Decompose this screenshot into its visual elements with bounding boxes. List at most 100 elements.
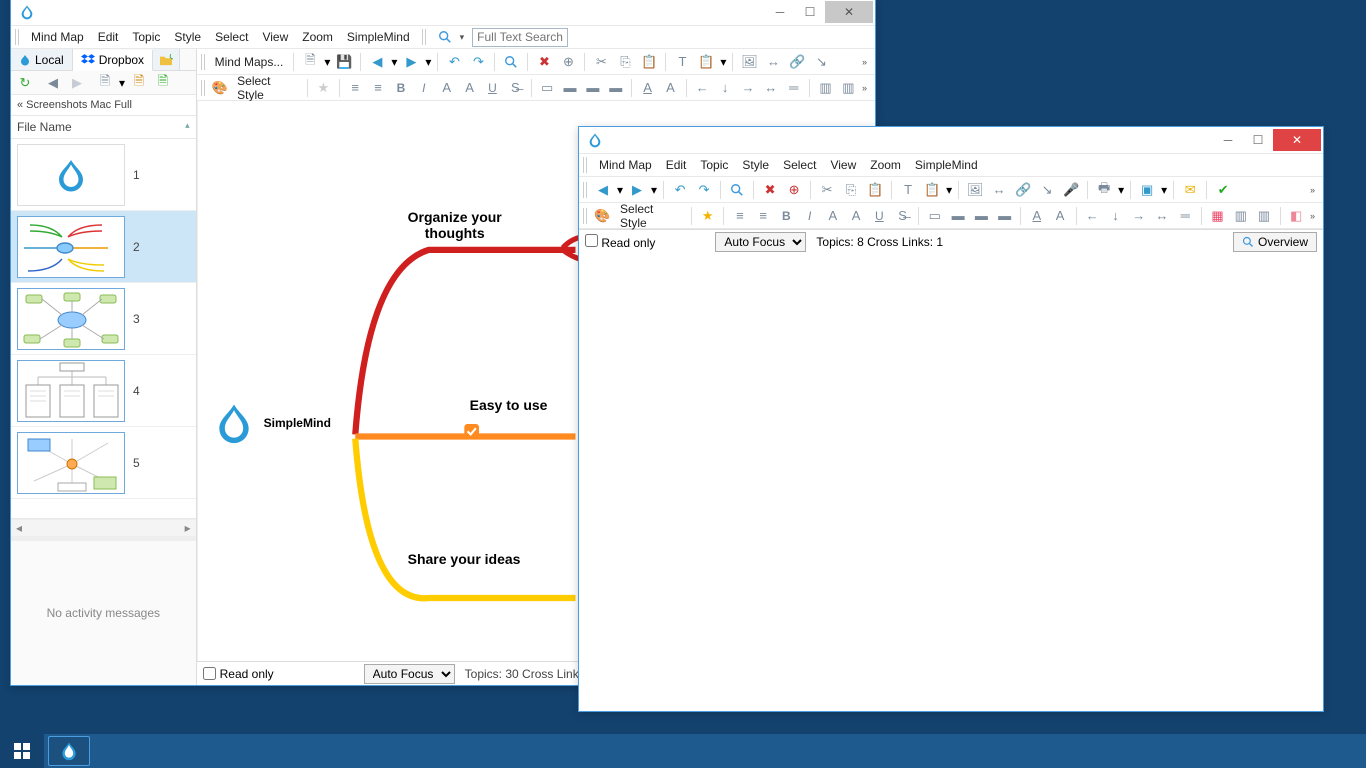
- cut-icon[interactable]: ✂: [591, 52, 611, 72]
- text-icon[interactable]: T: [672, 52, 692, 72]
- minimize-button[interactable]: ─: [765, 1, 795, 23]
- present-icon[interactable]: ▣: [1137, 180, 1157, 200]
- focus-select[interactable]: Auto Focus: [364, 664, 455, 684]
- toolbar-grip[interactable]: [201, 80, 207, 96]
- arrow-right-icon[interactable]: →: [739, 78, 758, 98]
- align-left-icon[interactable]: ≡: [730, 206, 749, 226]
- titlebar[interactable]: ─ ☐ ✕: [579, 127, 1323, 153]
- menu-style[interactable]: Style: [168, 28, 207, 46]
- toolbar-grip[interactable]: [201, 54, 207, 70]
- zoom-icon[interactable]: [501, 52, 521, 72]
- node-organize[interactable]: Organize your thoughts: [408, 209, 502, 241]
- list-header[interactable]: File Name▴: [11, 116, 196, 139]
- list-item[interactable]: 3: [11, 283, 196, 355]
- relation-icon[interactable]: ↔: [763, 52, 783, 72]
- toolbar-overflow[interactable]: »: [862, 83, 871, 93]
- text-copy-icon[interactable]: T: [898, 180, 918, 200]
- menu-edit[interactable]: Edit: [92, 28, 125, 46]
- crosslink-icon[interactable]: ↘: [811, 52, 831, 72]
- col2-icon[interactable]: ▥: [839, 78, 858, 98]
- undo-icon[interactable]: ↶: [444, 52, 464, 72]
- relation-icon[interactable]: ↔: [989, 180, 1009, 200]
- menu-view[interactable]: View: [256, 28, 294, 46]
- search-icon[interactable]: [436, 28, 454, 46]
- delete-icon[interactable]: ✖: [534, 52, 554, 72]
- paste-icon[interactable]: 📋: [865, 180, 885, 200]
- maximize-button[interactable]: ☐: [795, 1, 825, 23]
- menu-style[interactable]: Style: [736, 156, 775, 174]
- menu-simplemind[interactable]: SimpleMind: [341, 28, 416, 46]
- line-style-icon[interactable]: ═: [784, 78, 803, 98]
- toolbar-grip[interactable]: [583, 182, 589, 198]
- font-inc-icon[interactable]: A: [846, 206, 865, 226]
- clipboard-dropdown[interactable]: ▾: [720, 55, 726, 69]
- font-dec-icon[interactable]: A: [823, 206, 842, 226]
- close-button[interactable]: ✕: [1273, 129, 1321, 151]
- breadcrumb[interactable]: « Screenshots Mac Full: [11, 95, 196, 116]
- new-icon[interactable]: 🗎: [300, 52, 320, 72]
- bold-icon[interactable]: B: [391, 78, 410, 98]
- overview-button[interactable]: Overview: [1233, 232, 1317, 252]
- align-left-icon[interactable]: ≡: [346, 78, 365, 98]
- node-add-icon[interactable]: ⊕: [558, 52, 578, 72]
- toolbar-grip[interactable]: [15, 29, 21, 45]
- focus-select[interactable]: Auto Focus: [715, 232, 806, 252]
- menu-select[interactable]: Select: [209, 28, 254, 46]
- arrow-both-icon[interactable]: ↔: [761, 78, 780, 98]
- link-icon[interactable]: 🔗: [1013, 180, 1033, 200]
- col1-icon[interactable]: ▥: [816, 78, 835, 98]
- border-icon[interactable]: ▭: [925, 206, 944, 226]
- italic-icon[interactable]: I: [414, 78, 433, 98]
- nav-prev-icon[interactable]: ◀: [593, 180, 613, 200]
- fontcolor-icon[interactable]: A: [638, 78, 657, 98]
- bold-icon[interactable]: B: [777, 206, 796, 226]
- delete-icon[interactable]: ✖: [760, 180, 780, 200]
- node-add-icon[interactable]: ⊕: [784, 180, 804, 200]
- readonly-checkbox[interactable]: Read only: [203, 667, 274, 681]
- menu-topic[interactable]: Topic: [126, 28, 166, 46]
- underline-icon[interactable]: U: [483, 78, 502, 98]
- select-style-button[interactable]: Select Style: [233, 74, 301, 102]
- font-dec-icon[interactable]: A: [437, 78, 456, 98]
- palette-icon[interactable]: 🎨: [593, 206, 612, 226]
- shadow-icon[interactable]: ▬: [972, 206, 991, 226]
- list-item[interactable]: 1: [11, 139, 196, 211]
- mindmaps-button[interactable]: Mind Maps...: [211, 55, 288, 69]
- node-share[interactable]: Share your ideas: [408, 551, 521, 567]
- list-item[interactable]: 4: [11, 355, 196, 427]
- minimize-button[interactable]: ─: [1213, 129, 1243, 151]
- paste-icon[interactable]: 📋: [639, 52, 659, 72]
- sort-icon[interactable]: ▴: [185, 120, 190, 134]
- tab-add[interactable]: ↺: [153, 49, 180, 70]
- toolbar-grip[interactable]: [583, 157, 589, 173]
- crosslink-icon[interactable]: ↘: [1037, 180, 1057, 200]
- search-dropdown[interactable]: ▾: [460, 32, 465, 43]
- refresh-icon[interactable]: ↻: [15, 73, 35, 93]
- import-doc-icon[interactable]: 🗎: [129, 73, 149, 93]
- line-icon[interactable]: ▬: [995, 206, 1014, 226]
- favorite-icon[interactable]: ★: [314, 78, 333, 98]
- toolbar-overflow[interactable]: »: [862, 57, 871, 67]
- nav-prev-dropdown[interactable]: ▾: [391, 55, 397, 69]
- image-icon[interactable]: 🖼: [739, 52, 759, 72]
- present-dropdown[interactable]: ▾: [1161, 183, 1167, 197]
- taskbar-app-icon[interactable]: [48, 736, 90, 766]
- cut-icon[interactable]: ✂: [817, 180, 837, 200]
- save-icon[interactable]: 💾: [334, 52, 354, 72]
- line-icon[interactable]: ▬: [606, 78, 625, 98]
- nav-prev-dropdown[interactable]: ▾: [617, 183, 623, 197]
- titlebar[interactable]: ─ ☐ ✕: [11, 0, 875, 25]
- menu-view[interactable]: View: [824, 156, 862, 174]
- image-icon[interactable]: 🖼: [965, 180, 985, 200]
- toolbar-overflow[interactable]: »: [1310, 185, 1319, 195]
- new-doc-icon[interactable]: 🗎: [95, 73, 115, 93]
- menu-topic[interactable]: Topic: [694, 156, 734, 174]
- shadow-icon[interactable]: ▬: [583, 78, 602, 98]
- nav-back-icon[interactable]: ◀: [43, 73, 63, 93]
- nav-next-icon[interactable]: ▶: [627, 180, 647, 200]
- fill-icon[interactable]: ▬: [561, 78, 580, 98]
- textcolor-icon[interactable]: A: [1050, 206, 1069, 226]
- node-easy[interactable]: Easy to use: [470, 397, 548, 413]
- eraser-icon[interactable]: ◧: [1287, 206, 1306, 226]
- mail-icon[interactable]: ✉: [1180, 180, 1200, 200]
